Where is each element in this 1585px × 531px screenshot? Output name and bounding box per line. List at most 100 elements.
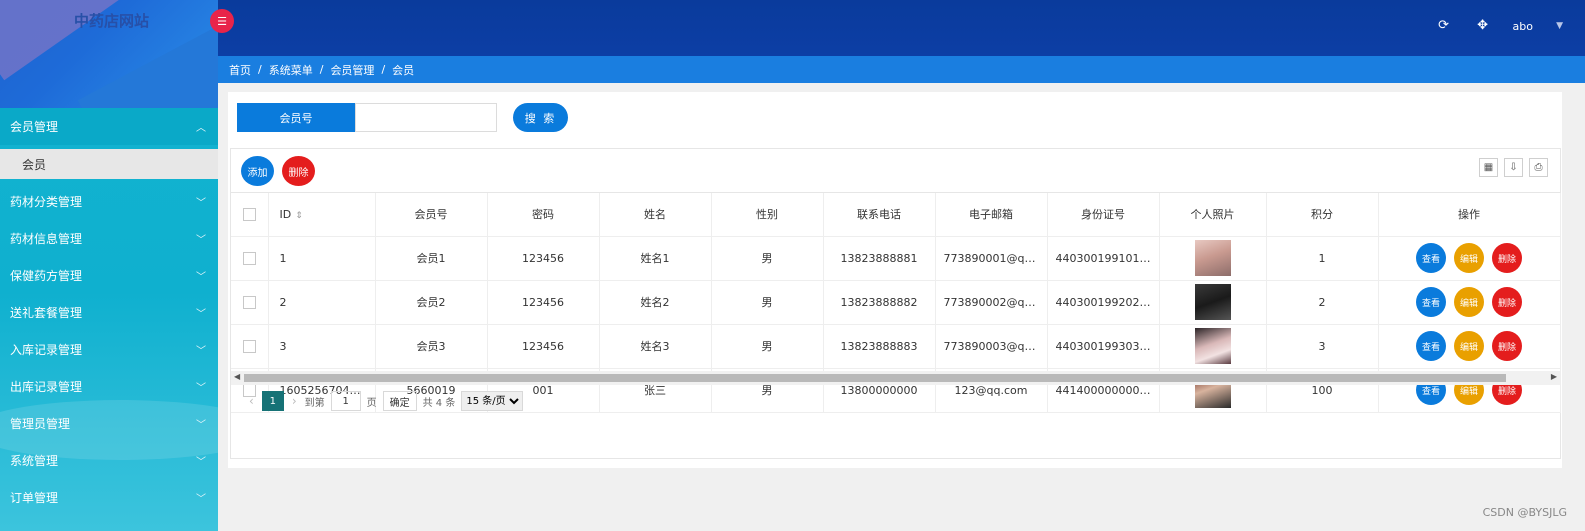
column-header-actions: 操作 — [1378, 193, 1561, 237]
sidebar-item-label: 药材分类管理 — [10, 195, 83, 209]
table-header-row: ID ⇕ 会员号 密码 姓名 性别 联系电话 电子邮箱 身份证号 个人照片 积分 … — [231, 193, 1561, 237]
next-page-icon[interactable]: › — [292, 394, 297, 408]
chevron-up-icon: ︿ — [196, 123, 206, 134]
sidebar-item-stock-out[interactable]: 出库记录管理 ﹀ — [0, 368, 218, 405]
cell-gender: 男 — [711, 236, 824, 281]
sidebar-item-member-management[interactable]: 会员管理 ︿ — [0, 108, 218, 145]
edit-button[interactable]: 编辑 — [1454, 331, 1484, 361]
delete-button[interactable]: 删除 — [1492, 243, 1522, 273]
column-header-name: 姓名 — [599, 193, 712, 237]
sidebar-item-label: 出库记录管理 — [10, 380, 83, 394]
goto-page-input[interactable]: 1 — [330, 391, 361, 411]
sidebar-item-herb-category[interactable]: 药材分类管理 ﹀ — [0, 183, 218, 220]
cell-email: 773890002@qq.com — [935, 280, 1048, 325]
sidebar-item-health-prescription[interactable]: 保健药方管理 ﹀ — [0, 257, 218, 294]
cell-password: 123456 — [487, 324, 600, 369]
column-header-points: 积分 — [1266, 193, 1379, 237]
print-icon[interactable]: ⎙ — [1529, 158, 1548, 177]
scrollbar-thumb[interactable] — [244, 374, 1506, 382]
column-header-gender: 性别 — [711, 193, 824, 237]
add-button[interactable]: 添加 — [241, 156, 274, 186]
sidebar-item-herb-info[interactable]: 药材信息管理 ﹀ — [0, 220, 218, 257]
goto-label: 到第 — [304, 397, 325, 409]
chevron-down-icon: ﹀ — [196, 383, 206, 394]
sidebar-item-label: 送礼套餐管理 — [10, 306, 83, 320]
cell-password: 123456 — [487, 236, 600, 281]
prev-page-icon[interactable]: ‹ — [249, 394, 254, 408]
cell-actions: 查看 编辑 删除 — [1378, 280, 1561, 325]
cell-id-card: 440300199101010001 — [1047, 236, 1160, 281]
sidebar-item-label: 保健药方管理 — [10, 269, 83, 283]
sidebar-item-admin[interactable]: 管理员管理 ﹀ — [0, 405, 218, 442]
fullscreen-icon[interactable]: ✥ — [1477, 18, 1488, 33]
page-size-select[interactable]: 15 条/页 — [461, 391, 524, 411]
cell-email: 773890003@qq.com — [935, 324, 1048, 369]
cell-phone: 13823888882 — [823, 280, 936, 325]
row-checkbox[interactable] — [231, 280, 269, 325]
cell-member-no: 会员3 — [375, 324, 488, 369]
column-header-id[interactable]: ID ⇕ — [268, 193, 376, 237]
select-all-checkbox[interactable] — [231, 193, 269, 237]
cell-name: 姓名3 — [599, 324, 712, 369]
search-input[interactable] — [355, 103, 497, 132]
delete-button[interactable]: 删除 — [1492, 287, 1522, 317]
scroll-left-icon[interactable]: ◀ — [234, 372, 240, 381]
row-checkbox[interactable] — [231, 324, 269, 369]
search-field-label: 会员号 — [237, 103, 355, 132]
cell-phone: 13823888883 — [823, 324, 936, 369]
breadcrumb: 首页 / 系统菜单 / 会员管理 / 会员 — [218, 56, 1585, 83]
table-toolbar: 添加 删除 ▦ ⇩ ⎙ — [231, 149, 1560, 193]
chevron-down-icon: ﹀ — [196, 272, 206, 283]
export-icon[interactable]: ⇩ — [1504, 158, 1523, 177]
sidebar-item-system[interactable]: 系统管理 ﹀ — [0, 442, 218, 479]
batch-delete-button[interactable]: 删除 — [282, 156, 315, 186]
view-button[interactable]: 查看 — [1416, 331, 1446, 361]
sidebar-item-stock-in[interactable]: 入库记录管理 ﹀ — [0, 331, 218, 368]
horizontal-scrollbar[interactable]: ◀ ▶ — [231, 371, 1560, 385]
sidebar-subitem-member[interactable]: 会员 — [0, 149, 218, 179]
view-button[interactable]: 查看 — [1416, 287, 1446, 317]
view-button[interactable]: 查看 — [1416, 243, 1446, 273]
cell-name: 姓名1 — [599, 236, 712, 281]
member-photo[interactable] — [1194, 240, 1231, 276]
column-header-member-no: 会员号 — [375, 193, 488, 237]
cell-id: 1 — [268, 236, 376, 281]
sidebar-menu: 会员管理 ︿ 会员 药材分类管理 ﹀ 药材信息管理 ﹀ 保健药方管理 ﹀ 送礼套… — [0, 108, 218, 516]
cell-email: 773890001@qq.com — [935, 236, 1048, 281]
search-button[interactable]: 搜 索 — [513, 103, 568, 132]
scroll-right-icon[interactable]: ▶ — [1551, 372, 1557, 381]
table-row: 3 会员3 123456 姓名3 男 13823888883 773890003… — [231, 324, 1561, 369]
row-checkbox[interactable] — [231, 236, 269, 281]
user-menu[interactable]: abo — [1513, 20, 1533, 33]
column-header-photo: 个人照片 — [1159, 193, 1267, 237]
refresh-icon[interactable]: ⟳ — [1438, 18, 1449, 33]
cell-id: 3 — [268, 324, 376, 369]
site-title: 中药店网站 — [74, 12, 150, 30]
columns-icon[interactable]: ▦ — [1479, 158, 1498, 177]
watermark: CSDN @BYSJLG — [1482, 506, 1567, 519]
breadcrumb-member: 会员 — [392, 63, 415, 77]
edit-button[interactable]: 编辑 — [1454, 287, 1484, 317]
table-row: 1 会员1 123456 姓名1 男 13823888881 773890001… — [231, 236, 1561, 281]
sidebar-item-label: 药材信息管理 — [10, 232, 83, 246]
sort-icon[interactable]: ⇕ — [295, 211, 303, 221]
chevron-down-icon: ﹀ — [196, 494, 206, 505]
menu-toggle-icon[interactable]: ☰ — [210, 9, 234, 33]
pagination: ‹ 1 › 到第 1 页 确定 共 4 条 15 条/页 — [231, 385, 1560, 417]
sidebar-item-orders[interactable]: 订单管理 ﹀ — [0, 479, 218, 516]
caret-down-icon[interactable]: ▼ — [1556, 21, 1563, 31]
sidebar-item-gift-package[interactable]: 送礼套餐管理 ﹀ — [0, 294, 218, 331]
page-number-current[interactable]: 1 — [261, 391, 284, 411]
chevron-down-icon: ﹀ — [196, 346, 206, 357]
member-photo[interactable] — [1194, 328, 1231, 364]
breadcrumb-home[interactable]: 首页 — [229, 62, 251, 78]
edit-button[interactable]: 编辑 — [1454, 243, 1484, 273]
column-header-email: 电子邮箱 — [935, 193, 1048, 237]
delete-button[interactable]: 删除 — [1492, 331, 1522, 361]
breadcrumb-system-menu[interactable]: 系统菜单 — [269, 62, 313, 78]
member-photo[interactable] — [1194, 284, 1231, 320]
page-label: 页 — [366, 397, 377, 409]
breadcrumb-member-management[interactable]: 会员管理 — [330, 62, 374, 78]
goto-confirm-button[interactable]: 确定 — [382, 391, 417, 411]
sidebar-item-label: 入库记录管理 — [10, 343, 83, 357]
